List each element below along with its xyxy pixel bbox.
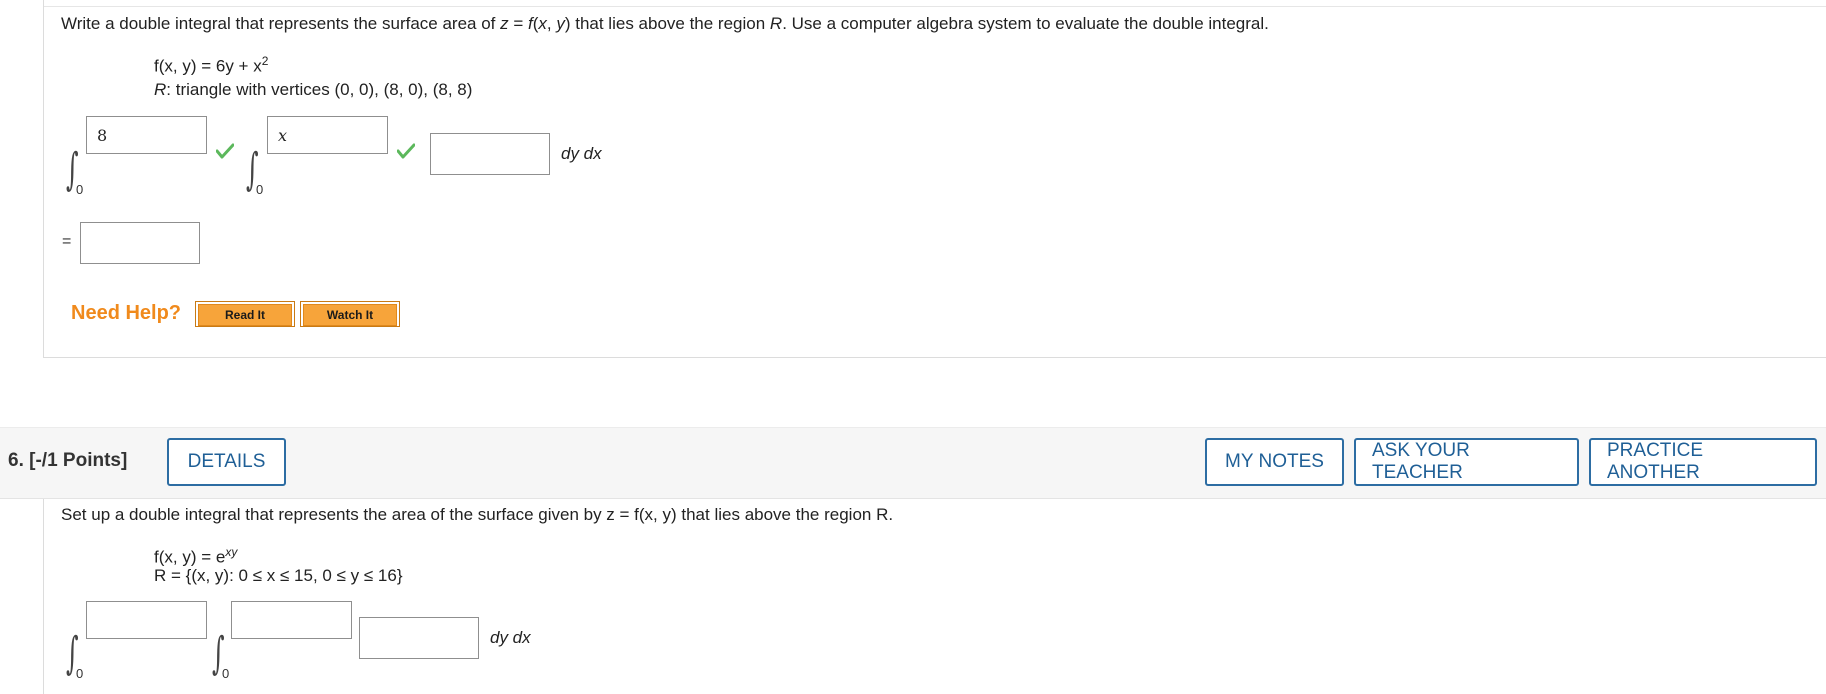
practice-another-label: PRACTICE ANOTHER [1607, 440, 1704, 483]
read-it-label: Read It [198, 304, 292, 326]
q6-outer-lower-limit: 0 [76, 666, 84, 681]
question-5-bottom-border [43, 357, 1826, 358]
prompt-var-z: z [500, 14, 509, 33]
prompt-var-x: x [538, 14, 547, 33]
inner-upper-limit-value: x [278, 125, 288, 145]
correct-check-icon [397, 143, 415, 159]
region-definition: R: triangle with vertices (0, 0), (8, 0)… [154, 80, 472, 100]
inner-upper-limit-input[interactable]: x [267, 116, 388, 154]
ask-teacher-label: ASK YOUR TEACHER [1372, 440, 1470, 483]
prompt-text: = [508, 14, 528, 33]
outer-lower-limit: 0 [76, 182, 84, 197]
watch-it-label: Watch It [303, 304, 397, 326]
details-button[interactable]: DETAILS [167, 438, 286, 486]
prompt-text: ) that lies above the region [564, 14, 770, 33]
prompt-text: . Use a computer algebra system to evalu… [782, 14, 1269, 33]
function-exponent: 2 [261, 54, 269, 68]
prompt-var-y: y [556, 14, 565, 33]
integrand-input[interactable] [430, 133, 550, 175]
prompt-var-r: R [769, 14, 783, 33]
question-6-left-border [43, 498, 44, 694]
question-6-prompt: Set up a double integral that represents… [61, 505, 894, 524]
practice-another-button[interactable]: PRACTICE ANOTHER [1589, 438, 1817, 486]
top-divider [44, 6, 1826, 7]
my-notes-label: MY NOTES [1225, 451, 1324, 472]
question-points: [-/1 Points] [29, 450, 128, 471]
my-notes-button[interactable]: MY NOTES [1205, 438, 1344, 486]
outer-upper-limit-input[interactable]: 8 [86, 116, 207, 154]
equals-sign: = [62, 233, 72, 250]
read-it-button[interactable]: Read It [195, 301, 295, 327]
watch-it-button[interactable]: Watch It [300, 301, 400, 327]
inner-lower-limit: 0 [256, 182, 264, 197]
question-6-number: 6. [-/1 Points] [8, 450, 127, 472]
q6-differentials-label: dy dx [490, 628, 531, 647]
q6-region-definition: R = {(x, y): 0 ≤ x ≤ 15, 0 ≤ y ≤ 16} [154, 566, 403, 585]
q6-integrand-input[interactable] [359, 617, 479, 659]
prompt-text: , [546, 14, 557, 33]
question-5-prompt: Write a double integral that represents … [61, 14, 1269, 34]
outer-upper-limit-value: 8 [97, 125, 108, 145]
details-label: DETAILS [187, 451, 266, 472]
q6-inner-upper-limit-input[interactable] [231, 601, 352, 639]
function-text: f(x, y) = 6y + x [154, 56, 262, 76]
function-definition: f(x, y) = 6y + x2 [154, 54, 268, 77]
result-input[interactable] [80, 222, 200, 264]
q6-function-exponent: xy [225, 545, 238, 559]
q6-outer-upper-limit-input[interactable] [86, 601, 207, 639]
region-var: R [154, 80, 167, 99]
q6-function-text: f(x, y) = e [154, 547, 226, 567]
q6-function-definition: f(x, y) = exy [154, 545, 237, 568]
correct-check-icon [216, 143, 234, 159]
q6-inner-lower-limit: 0 [222, 666, 230, 681]
prompt-text: Write a double integral that represents … [61, 14, 501, 33]
question-5-left-border [43, 0, 44, 358]
need-help-label: Need Help? [71, 302, 182, 324]
differentials-label: dy dx [561, 144, 602, 163]
region-text: : triangle with vertices (0, 0), (8, 0),… [166, 80, 473, 99]
ask-your-teacher-button[interactable]: ASK YOUR TEACHER [1354, 438, 1579, 486]
question-number: 6. [8, 450, 24, 471]
